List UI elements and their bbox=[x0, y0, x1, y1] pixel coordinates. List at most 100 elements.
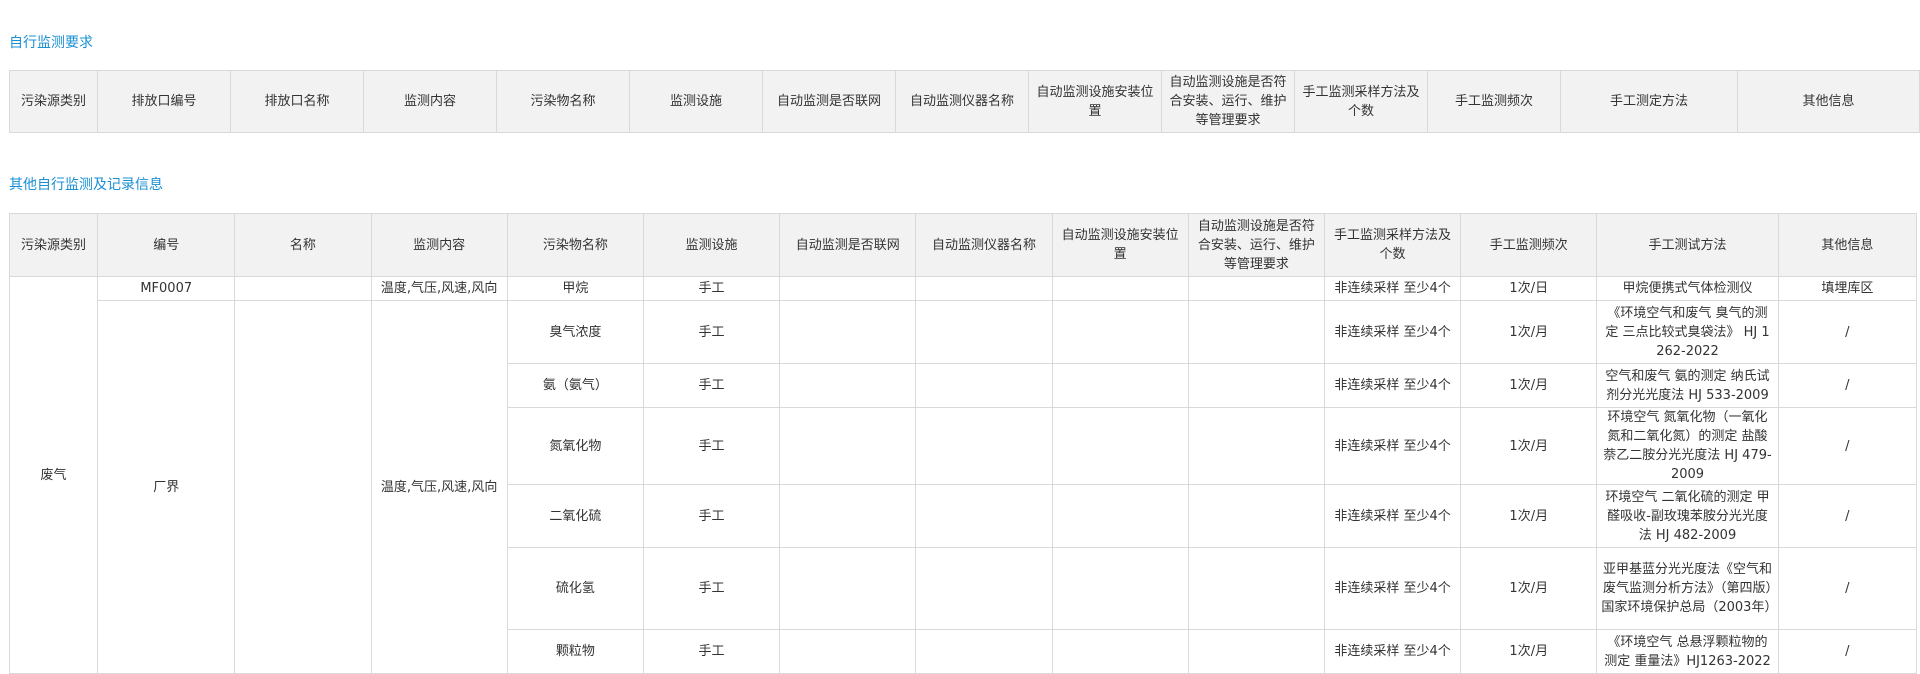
cell-frequency: 1次/日 bbox=[1460, 276, 1598, 301]
cell-pollutant: 甲烷 bbox=[506, 276, 644, 301]
cell-method: 《环境空气 总悬浮颗粒物的测定 重量法》HJ1263-2022 bbox=[1596, 629, 1779, 674]
cell-instrument bbox=[915, 484, 1053, 548]
cell-instrument bbox=[915, 629, 1053, 674]
cell-method: 空气和废气 氨的测定 纳氏试剂分光光度法 HJ 533-2009 bbox=[1596, 363, 1779, 408]
column-header: 手工监测频次 bbox=[1460, 213, 1598, 277]
cell-instrument bbox=[915, 276, 1053, 301]
cell-location bbox=[1051, 276, 1189, 301]
cell-networked bbox=[779, 484, 917, 548]
cell-facility: 手工 bbox=[642, 547, 781, 630]
cell-source-category: 废气 bbox=[8, 276, 99, 674]
column-header: 手工监测采样方法及个数 bbox=[1294, 70, 1428, 133]
cell-facility: 手工 bbox=[642, 276, 781, 301]
cell-frequency: 1次/月 bbox=[1460, 363, 1598, 408]
cell-method: 甲烷便携式气体检测仪 bbox=[1596, 276, 1779, 301]
cell-facility: 手工 bbox=[642, 484, 781, 548]
cell-name bbox=[234, 276, 372, 301]
column-header: 监测设施 bbox=[642, 213, 781, 277]
cell-sampling: 非连续采样 至少4个 bbox=[1323, 363, 1462, 408]
cell-compliance bbox=[1187, 363, 1325, 408]
cell-method: 亚甲基蓝分光光度法《空气和废气监测分析方法》（第四版）国家环境保护总局（2003… bbox=[1596, 547, 1779, 630]
column-header: 监测内容 bbox=[370, 213, 508, 277]
cell-frequency: 1次/月 bbox=[1460, 629, 1598, 674]
cell-location bbox=[1051, 300, 1189, 364]
cell-sampling: 非连续采样 至少4个 bbox=[1323, 484, 1462, 548]
column-header: 自动监测设施安装位置 bbox=[1051, 213, 1189, 277]
cell-other: / bbox=[1777, 484, 1918, 548]
cell-facility: 手工 bbox=[642, 363, 781, 408]
cell-other: / bbox=[1777, 407, 1918, 485]
cell-sampling: 非连续采样 至少4个 bbox=[1323, 276, 1462, 301]
cell-networked bbox=[779, 276, 917, 301]
cell-compliance bbox=[1187, 407, 1325, 485]
cell-networked bbox=[779, 300, 917, 364]
cell-instrument bbox=[915, 300, 1053, 364]
cell-other: / bbox=[1777, 629, 1918, 674]
column-header: 手工测试方法 bbox=[1596, 213, 1779, 277]
cell-method: 环境空气 氮氧化物（一氧化氮和二氧化氮）的测定 盐酸萘乙二胺分光光度法 HJ 4… bbox=[1596, 407, 1779, 485]
section-title-monitoring-requirements: 自行监测要求 bbox=[9, 35, 93, 51]
cell-pollutant: 颗粒物 bbox=[506, 629, 644, 674]
column-header: 自动监测仪器名称 bbox=[915, 213, 1053, 277]
column-header: 自动监测仪器名称 bbox=[895, 70, 1029, 133]
cell-pollutant: 二氧化硫 bbox=[506, 484, 644, 548]
cell-other: / bbox=[1777, 300, 1918, 364]
cell-sampling: 非连续采样 至少4个 bbox=[1323, 629, 1462, 674]
cell-instrument bbox=[915, 407, 1053, 485]
cell-other: / bbox=[1777, 363, 1918, 408]
column-header: 排放口编号 bbox=[97, 70, 231, 133]
cell-id: 厂界 bbox=[97, 300, 236, 674]
cell-location bbox=[1051, 484, 1189, 548]
cell-networked bbox=[779, 363, 917, 408]
cell-frequency: 1次/月 bbox=[1460, 547, 1598, 630]
column-header: 其他信息 bbox=[1737, 70, 1920, 133]
column-header: 自动监测设施是否符合安装、运行、维护等管理要求 bbox=[1161, 70, 1295, 133]
cell-pollutant: 硫化氢 bbox=[506, 547, 644, 630]
column-header: 污染物名称 bbox=[506, 213, 644, 277]
monitoring-requirements-table: 污染源类别 排放口编号 排放口名称 监测内容 污染物名称 监测设施 自动监测是否… bbox=[9, 70, 1920, 133]
cell-facility: 手工 bbox=[642, 300, 781, 364]
table-row: 废气 MF0007 温度,气压,风速,风向 甲烷 手工 非连续采样 至少4个 1… bbox=[8, 276, 1918, 674]
column-header: 监测设施 bbox=[629, 70, 763, 133]
cell-name bbox=[234, 300, 372, 674]
cell-content: 温度,气压,风速,风向 bbox=[370, 276, 508, 301]
cell-pollutant: 臭气浓度 bbox=[506, 300, 644, 364]
column-header: 名称 bbox=[234, 213, 372, 277]
cell-sampling: 非连续采样 至少4个 bbox=[1323, 300, 1462, 364]
cell-frequency: 1次/月 bbox=[1460, 484, 1598, 548]
other-monitoring-table: 污染源类别 编号 名称 监测内容 污染物名称 监测设施 自动监测是否联网 自动监… bbox=[8, 213, 1918, 674]
column-header: 编号 bbox=[97, 213, 236, 277]
cell-networked bbox=[779, 629, 917, 674]
cell-pollutant: 氮氧化物 bbox=[506, 407, 644, 485]
cell-facility: 手工 bbox=[642, 407, 781, 485]
cell-id: MF0007 bbox=[97, 276, 236, 301]
cell-compliance bbox=[1187, 300, 1325, 364]
column-header: 排放口名称 bbox=[230, 70, 364, 133]
column-header: 污染物名称 bbox=[496, 70, 630, 133]
column-header: 监测内容 bbox=[363, 70, 497, 133]
cell-sampling: 非连续采样 至少4个 bbox=[1323, 547, 1462, 630]
column-header: 手工测定方法 bbox=[1560, 70, 1738, 133]
column-header: 手工监测频次 bbox=[1427, 70, 1561, 133]
cell-frequency: 1次/月 bbox=[1460, 407, 1598, 485]
cell-other: 填埋库区 bbox=[1777, 276, 1918, 301]
cell-facility: 手工 bbox=[642, 629, 781, 674]
section-title-other-monitoring: 其他自行监测及记录信息 bbox=[9, 177, 163, 193]
cell-location bbox=[1051, 547, 1189, 630]
cell-location bbox=[1051, 629, 1189, 674]
column-header: 自动监测设施是否符合安装、运行、维护等管理要求 bbox=[1187, 213, 1325, 277]
cell-frequency: 1次/月 bbox=[1460, 300, 1598, 364]
column-header: 污染源类别 bbox=[9, 70, 98, 133]
cell-method: 《环境空气和废气 臭气的测定 三点比较式臭袋法》 HJ 1262-2022 bbox=[1596, 300, 1779, 364]
cell-other: / bbox=[1777, 547, 1918, 630]
table-header-row: 污染源类别 排放口编号 排放口名称 监测内容 污染物名称 监测设施 自动监测是否… bbox=[9, 70, 1920, 133]
cell-method: 环境空气 二氧化硫的测定 甲醛吸收-副玫瑰苯胺分光光度法 HJ 482-2009 bbox=[1596, 484, 1779, 548]
column-header: 其他信息 bbox=[1777, 213, 1918, 277]
column-header: 污染源类别 bbox=[8, 213, 99, 277]
cell-sampling: 非连续采样 至少4个 bbox=[1323, 407, 1462, 485]
cell-networked bbox=[779, 547, 917, 630]
cell-compliance bbox=[1187, 547, 1325, 630]
column-header: 自动监测是否联网 bbox=[762, 70, 896, 133]
column-header: 自动监测设施安装位置 bbox=[1028, 70, 1162, 133]
cell-location bbox=[1051, 363, 1189, 408]
